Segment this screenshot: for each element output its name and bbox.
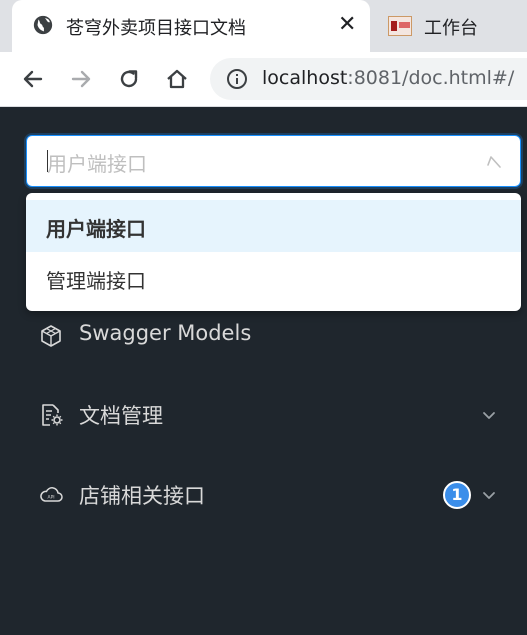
- address-bar[interactable]: localhost:8081/doc.html#/: [210, 58, 527, 100]
- chevron-down-icon[interactable]: [480, 406, 498, 424]
- option-label: 管理端接口: [46, 269, 146, 293]
- url-text[interactable]: localhost:8081/doc.html#/: [262, 67, 514, 89]
- forward-arrow-icon[interactable]: [67, 65, 95, 93]
- menu-label: Swagger Models: [79, 321, 252, 345]
- document-settings-icon: [42, 404, 63, 426]
- menu-label: 店铺相关接口: [79, 484, 205, 508]
- cloud-api-icon: API: [40, 487, 63, 502]
- chevron-down-icon[interactable]: [480, 486, 498, 504]
- dropdown-option-admin-api[interactable]: 管理端接口: [26, 252, 521, 304]
- globe-icon: [33, 15, 53, 35]
- browser-tab-strip: 苍穹外卖项目接口文档 ✕ 工作台: [0, 0, 527, 52]
- dropdown-option-user-api[interactable]: 用户端接口: [26, 200, 521, 252]
- text-cursor: [47, 150, 48, 172]
- tab-title: 苍穹外卖项目接口文档: [66, 18, 246, 39]
- menu-item-shop-api[interactable]: API 店铺相关接口 1: [0, 466, 527, 522]
- select-placeholder: 用户端接口: [47, 152, 147, 176]
- tab-title: 工作台: [424, 18, 478, 39]
- close-tab-icon[interactable]: ✕: [338, 12, 356, 38]
- menu-item-document-management[interactable]: 文档管理: [0, 386, 527, 442]
- back-arrow-icon[interactable]: [19, 65, 47, 93]
- chevron-up-icon[interactable]: [485, 153, 503, 171]
- active-tab[interactable]: 苍穹外卖项目接口文档 ✕: [12, 0, 370, 52]
- cube-icon: [41, 325, 61, 347]
- sidebar: 用户端接口 用户端接口 管理端接口 Swagger Models 文档管理 AP…: [0, 107, 527, 635]
- site-favicon-icon: [388, 16, 412, 36]
- info-icon[interactable]: [226, 68, 248, 90]
- url-host: localhost: [262, 67, 348, 89]
- option-label: 用户端接口: [46, 217, 146, 241]
- menu-label: 文档管理: [79, 404, 163, 428]
- url-path: :8081/doc.html#/: [347, 67, 515, 89]
- home-icon[interactable]: [163, 65, 191, 93]
- api-group-select[interactable]: 用户端接口: [26, 135, 521, 187]
- api-group-dropdown: 用户端接口 管理端接口: [26, 193, 521, 311]
- svg-text:API: API: [48, 495, 55, 501]
- reload-icon[interactable]: [115, 65, 143, 93]
- count-badge: 1: [443, 481, 471, 509]
- browser-toolbar: localhost:8081/doc.html#/: [0, 52, 527, 107]
- menu-item-swagger-models[interactable]: Swagger Models: [0, 307, 527, 363]
